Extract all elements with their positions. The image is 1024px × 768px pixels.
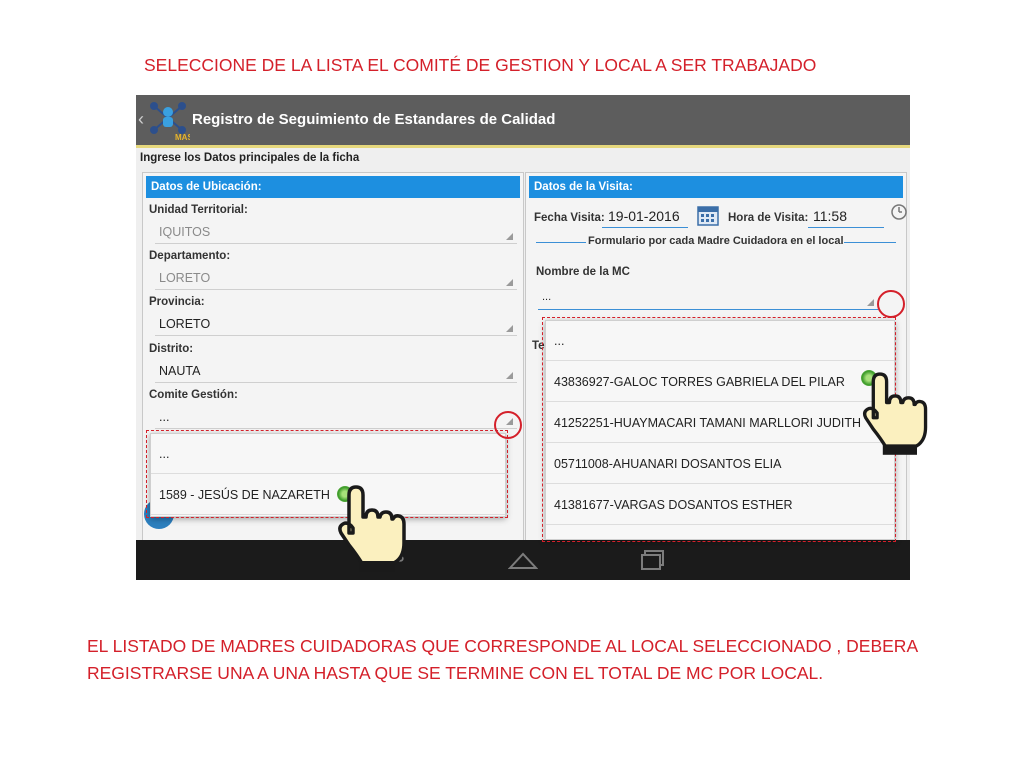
form-subheader: Ingrese los Datos principales de la fich… xyxy=(140,152,360,164)
spinner-arrow-icon xyxy=(506,325,513,332)
comite-arrow-highlight xyxy=(494,411,522,439)
hora-label: Hora de Visita: xyxy=(728,212,809,224)
comite-spinner[interactable]: ... xyxy=(155,408,517,429)
accent-line xyxy=(136,145,910,148)
unidad-spinner: IQUITOS xyxy=(155,223,517,244)
comite-highlight-box xyxy=(146,430,508,518)
ubicacion-header: Datos de Ubicación: xyxy=(146,176,520,198)
departamento-value: LORETO xyxy=(159,271,211,285)
mc-label: Nombre de la MC xyxy=(536,266,630,278)
fecha-label: Fecha Visita: xyxy=(534,212,605,224)
spinner-arrow-icon xyxy=(867,299,874,306)
action-bar: ‹ MAS Registro de Seguimiento de Estanda… xyxy=(136,95,910,145)
pointing-hand-icon xyxy=(862,372,928,455)
hora-input[interactable]: 11:58 xyxy=(808,205,884,228)
departamento-label: Departamento: xyxy=(149,250,231,262)
comite-value: ... xyxy=(159,410,170,424)
distrito-spinner[interactable]: NAUTA xyxy=(155,362,517,383)
android-nav-bar: ↩ xyxy=(136,540,910,580)
mc-spinner[interactable]: ... xyxy=(538,289,878,310)
top-caption: SELECCIONE DE LA LISTA EL COMITÉ DE GEST… xyxy=(144,55,817,75)
spinner-arrow-icon xyxy=(506,233,513,240)
form-title-rule-left xyxy=(536,242,586,243)
clock-icon[interactable] xyxy=(890,203,908,221)
hora-value: 11:58 xyxy=(813,208,847,224)
pointing-hand-icon xyxy=(338,485,406,572)
spinner-arrow-icon xyxy=(506,372,513,379)
mc-value: ... xyxy=(542,291,552,303)
nav-recents-icon[interactable] xyxy=(641,549,667,571)
distrito-value: NAUTA xyxy=(159,364,201,378)
visita-header: Datos de la Visita: xyxy=(529,176,903,198)
mc-arrow-highlight xyxy=(877,290,905,318)
provincia-spinner[interactable]: LORETO xyxy=(155,315,517,336)
provincia-label: Provincia: xyxy=(149,296,205,308)
fecha-input[interactable]: 19-01-2016 xyxy=(602,205,688,228)
unidad-value: IQUITOS xyxy=(159,225,211,239)
comite-label: Comite Gestión: xyxy=(149,389,238,401)
mc-highlight-box xyxy=(542,317,896,542)
back-chevron-icon[interactable]: ‹ xyxy=(138,109,144,130)
form-title-rule-right xyxy=(844,242,896,243)
bottom-caption-line-1: EL LISTADO DE MADRES CUIDADORAS QUE CORR… xyxy=(87,636,919,656)
app-title: Registro de Seguimiento de Estandares de… xyxy=(192,111,556,128)
distrito-label: Distrito: xyxy=(149,343,194,355)
app-logo-icon: MAS xyxy=(150,102,190,142)
departamento-spinner: LORETO xyxy=(155,269,517,290)
nav-home-icon[interactable] xyxy=(508,550,538,570)
calendar-icon[interactable] xyxy=(697,204,719,226)
bottom-caption-line-2: REGISTRARSE UNA A UNA HASTA QUE SE TERMI… xyxy=(87,663,824,683)
fecha-value: 19-01-2016 xyxy=(608,208,680,224)
logo-text: MAS xyxy=(175,133,190,142)
provincia-value: LORETO xyxy=(159,317,211,331)
spinner-arrow-icon xyxy=(506,279,513,286)
bottom-caption: EL LISTADO DE MADRES CUIDADORAS QUE CORR… xyxy=(87,633,987,687)
form-title: Formulario por cada Madre Cuidadora en e… xyxy=(588,235,844,247)
unidad-label: Unidad Territorial: xyxy=(149,204,248,216)
